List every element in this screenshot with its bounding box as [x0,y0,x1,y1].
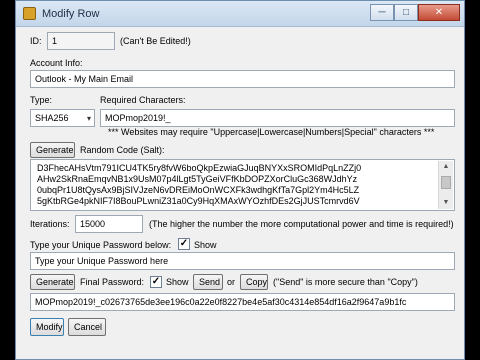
copy-button[interactable]: Copy [240,274,268,290]
account-info-label: Account Info: [30,58,83,68]
scroll-down-icon[interactable]: ▼ [441,198,451,208]
account-info-field[interactable]: Outlook - My Main Email [30,70,455,88]
modify-row-window: Modify Row ─ □ ✕ ID: 1 (Can't Be Edited!… [15,0,465,360]
final-password-field[interactable]: MOPmop2019!_c02673765de3ee196c0a22e0f822… [30,293,455,311]
show-password-checkbox[interactable]: ✓ [178,238,190,250]
required-characters-label: Required Characters: [100,95,186,105]
window-title: Modify Row [42,8,100,20]
random-code-label: Random Code (Salt): [80,145,165,155]
scroll-thumb[interactable] [441,176,451,189]
show-final-checkbox[interactable]: ✓ [150,276,162,288]
id-note: (Can't Be Edited!) [120,36,191,46]
password-label: Type your Unique Password below: [30,240,172,250]
iterations-field[interactable]: 15000 [75,215,143,233]
type-select[interactable]: SHA256 ▾ [30,109,95,127]
show-password-label: Show [194,240,217,250]
salt-line: 0ubqPr1U8tQysAx9BjSIVJzeN6vDREiMoOnWCXFk… [37,185,360,195]
required-characters-note: *** Websites may require "Uppercase|Lowe… [108,127,435,137]
iterations-label: Iterations: [30,219,70,229]
send-button[interactable]: Send [193,274,223,290]
show-final-label: Show [166,277,189,287]
password-field[interactable]: Type your Unique Password here [30,252,455,270]
final-password-label: Final Password: [80,277,145,287]
chevron-down-icon: ▾ [86,114,91,123]
final-note: ("Send" is more secure than "Copy") [273,277,418,287]
salt-line: D3FhecAHsVtm791ICU4TK5ry8fvW6boQkpEzwiaG… [37,163,362,173]
app-icon [23,7,36,20]
type-label: Type: [30,95,53,105]
generate-salt-button[interactable]: Generate [30,142,75,158]
iterations-note: (The higher the number the more computat… [149,219,454,229]
id-label: ID: [30,36,42,46]
cancel-button[interactable]: Cancel [68,318,106,336]
scroll-up-icon[interactable]: ▲ [441,162,451,172]
id-field: 1 [47,32,115,50]
salt-scrollbar[interactable]: ▲ ▼ [438,161,453,209]
close-button[interactable]: ✕ [418,4,460,21]
or-label: or [227,277,236,287]
modify-button[interactable]: Modify [30,318,64,336]
salt-textarea[interactable]: D3FhecAHsVtm791ICU4TK5ry8fvW6boQkpEzwiaG… [30,159,455,211]
generate-final-button[interactable]: Generate [30,274,75,290]
maximize-button[interactable]: □ [394,4,418,21]
salt-line: 5gKtbRGe4pkNIF7I8BouPLwniZ31a0Cy9HqXMAxW… [37,196,360,206]
salt-line: AHw2SkRnaEmqvNB1x9UsM07p4lLgt5TyGeiVFfKb… [37,174,358,184]
title-bar[interactable]: Modify Row ─ □ ✕ [16,1,464,27]
type-selected-value: SHA256 [35,113,69,123]
required-characters-field[interactable]: MOPmop2019!_ [100,109,455,127]
minimize-button[interactable]: ─ [370,4,394,21]
